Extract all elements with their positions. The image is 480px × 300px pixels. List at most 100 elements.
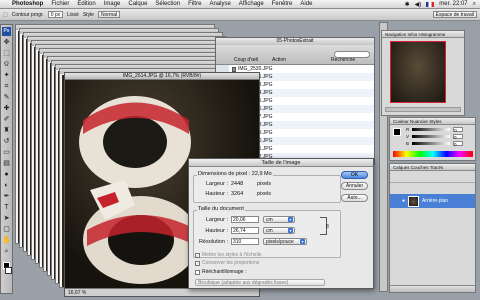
menu-app[interactable]: Photoshop [12,1,43,7]
menu-aide[interactable]: Aide [300,1,312,7]
chevron-down-icon: ▾ [288,228,293,233]
style-select[interactable]: Normal [97,11,121,18]
pixel-height-label: Hauteur : [205,191,228,197]
healing-icon[interactable]: ✚ [2,104,11,113]
search-input[interactable] [334,51,370,58]
type-icon[interactable]: T [2,203,11,212]
pixel-height-row: Hauteur : 3264 pixels [197,191,271,197]
navigator-thumbnail[interactable] [390,41,446,103]
interpolation-select[interactable]: Bicubique (adaptée aux dégradés lisses) [195,279,325,286]
eye-icon[interactable]: ● [402,198,405,204]
channel-bar[interactable] [412,127,451,131]
marquee-icon[interactable]: ⬚ [2,49,11,58]
move-tool-icon[interactable]: ✥ [2,38,11,47]
brush-icon[interactable]: ✐ [2,115,11,124]
channel-value[interactable]: 0 [453,126,464,133]
crop-icon[interactable]: ⌗ [2,82,11,91]
pixel-dimensions-group [193,175,341,203]
stamp-icon[interactable]: ♜ [2,126,11,135]
shape-icon[interactable]: ▢ [2,225,11,234]
doc-height-input[interactable]: 26,74 [231,227,259,234]
layers-options[interactable] [390,171,475,183]
layer-row[interactable]: ● Arrière-plan [390,194,475,208]
channel-label: V [406,133,410,139]
spotlight-icon[interactable]: ⌕ [473,1,476,8]
resample-checkbox[interactable]: Rééchantillonnage : [195,269,246,275]
zoom-icon[interactable]: ⌕ [2,247,11,256]
navigator-zoom-slider[interactable] [385,107,461,112]
doc-width-row: Largeur : 20,06 cm ▾ [197,216,295,223]
channel-bar[interactable] [412,141,451,145]
volume-icon[interactable]: ◀) [415,1,422,8]
lasso-icon[interactable]: ଡ [2,60,11,69]
channel-value[interactable]: 0 [453,133,464,140]
magic-wand-icon[interactable]: ✦ [2,71,11,80]
marquee-tool-icon[interactable]: ⬚ [3,12,8,18]
lisse-checkbox[interactable]: Lissé [67,12,79,18]
resolution-unit-select[interactable]: pixels/pouce ▾ [263,238,307,245]
flag-icon[interactable] [426,1,435,7]
eraser-icon[interactable]: ▭ [2,148,11,157]
layer-name: Arrière-plan [422,198,449,204]
quick-look-label[interactable]: Coup d'œil [234,57,258,63]
navigator-tabs[interactable]: Navigation Infos Histogramme [382,31,464,38]
gradient-icon[interactable]: ▤ [2,159,11,168]
menu-fichier[interactable]: Fichier [51,1,69,7]
doc-width-input[interactable]: 20,06 [231,216,259,223]
background-color-swatch[interactable] [5,267,12,274]
menu-selection[interactable]: Sélection [155,1,180,7]
path-select-icon[interactable]: ➤ [2,214,11,223]
action-label[interactable]: Action [272,57,286,63]
scale-styles-checkbox[interactable]: ✓ Mettre les styles à l'échelle [195,252,262,258]
channel-label: R [406,126,410,132]
doc-width-unit-select[interactable]: cm ▾ [263,216,295,223]
layers-tabs[interactable]: Calques Couches Tracés [390,164,475,171]
blur-icon[interactable]: ● [2,170,11,179]
constrain-proportions-checkbox[interactable]: ✓ Conserver les proportions [195,260,259,266]
color-tabs[interactable]: Couleur Nuancier Styles [390,118,475,125]
doc-height-unit-select[interactable]: cm ▾ [263,227,295,234]
pixel-width-value: 2448 [231,181,244,187]
menu-fenetre[interactable]: Fenêtre [272,1,293,7]
doc-width-label: Largeur : [205,216,228,223]
menu-image[interactable]: Image [104,1,121,7]
pen-icon[interactable]: ✒ [2,192,11,201]
color-spectrum[interactable] [393,151,473,157]
resolution-input[interactable]: 310 [231,238,259,245]
hand-icon[interactable]: ✋ [2,236,11,245]
color-slider-r[interactable]: R0 [406,126,475,133]
checkbox-box: ✓ [195,252,200,258]
menu-edition[interactable]: Édition [77,1,95,7]
eyedropper-icon[interactable]: ✎ [2,93,11,102]
channel-bar[interactable] [412,134,451,138]
ok-button[interactable]: OK [341,171,368,179]
dodge-icon[interactable]: ◐ [2,181,11,190]
browser-title[interactable]: 05-PhotosExtrait [216,38,374,45]
bluetooth-icon[interactable]: ✱ [405,1,410,8]
menu-analyse[interactable]: Analyse [209,1,230,7]
history-brush-icon[interactable]: ↺ [2,137,11,146]
dialog-title[interactable]: Taille de l'image [189,159,373,167]
doc-width-unit: cm [266,217,273,223]
color-slider-b[interactable]: B0 [406,140,475,147]
ps-logo-icon[interactable]: Ps [2,27,11,36]
workspace-select[interactable]: Espace de travail [432,11,477,18]
channel-value[interactable]: 0 [453,140,464,147]
menu-calque[interactable]: Calque [128,1,147,7]
pixel-width-row: Largeur : 2448 pixels [197,181,271,187]
doc-height-row: Hauteur : 26,74 cm ▾ [197,227,295,234]
menu-affichage[interactable]: Affichage [239,1,264,7]
clock[interactable]: mer. 22:07 [439,1,467,7]
layers-footer[interactable] [390,285,475,292]
auto-button[interactable]: Auto... [341,194,368,202]
image-size-dialog: Taille de l'image Dimensions de pixel : … [188,158,374,289]
color-fg-swatch[interactable] [393,128,401,136]
document-status: 16,67 % [65,288,259,296]
document-title[interactable]: IMG_2614.JPG @ 16,7% (RVB/8#) [65,73,259,80]
cancel-button[interactable]: Annuler [341,182,368,190]
pixel-height-unit: pixels [257,191,272,197]
color-panel: Couleur Nuancier Styles R0 V0 B0 [389,117,476,161]
color-slider-v[interactable]: V0 [406,133,475,140]
menu-filtre[interactable]: Filtre [188,1,201,7]
contour-field[interactable]: 0 px [47,11,64,18]
